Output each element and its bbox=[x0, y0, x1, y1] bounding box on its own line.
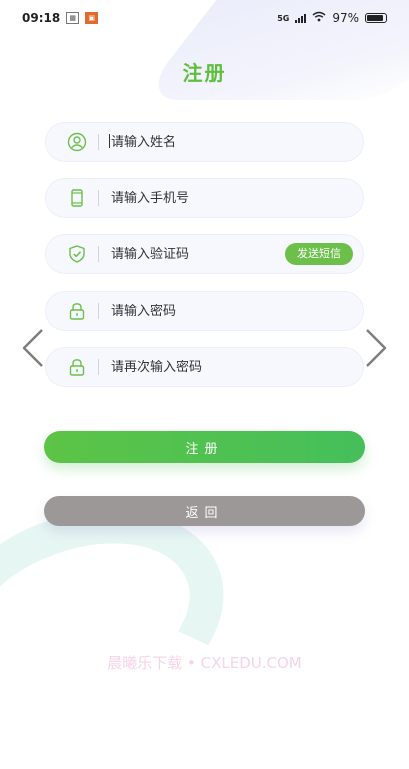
notification-icon: ▦ bbox=[66, 12, 80, 24]
name-input[interactable] bbox=[111, 134, 363, 150]
phone-field[interactable] bbox=[45, 178, 364, 218]
field-separator bbox=[98, 246, 99, 262]
password-field[interactable] bbox=[45, 291, 364, 331]
chevron-left-icon[interactable] bbox=[18, 326, 48, 370]
page-title: 注册 bbox=[182, 61, 227, 85]
network-type: 5G bbox=[277, 13, 290, 23]
status-time: 09:18 bbox=[22, 11, 61, 25]
shield-check-icon bbox=[67, 244, 87, 264]
lock-icon bbox=[67, 301, 87, 321]
wifi-icon bbox=[312, 11, 326, 25]
status-bar: 09:18 ▦ ▣ 5G 97% bbox=[0, 0, 409, 36]
phone-icon bbox=[67, 188, 87, 208]
send-sms-button[interactable]: 发送短信 bbox=[285, 243, 353, 265]
password-input[interactable] bbox=[111, 303, 363, 319]
user-icon bbox=[67, 132, 87, 152]
field-separator bbox=[98, 359, 99, 375]
chevron-right-icon[interactable] bbox=[361, 326, 391, 370]
field-separator bbox=[98, 190, 99, 206]
back-button[interactable]: 返回 bbox=[44, 496, 365, 526]
app-notification-icon: ▣ bbox=[85, 12, 99, 24]
register-button[interactable]: 注册 bbox=[44, 431, 365, 463]
phone-input[interactable] bbox=[111, 190, 363, 206]
verification-code-input[interactable] bbox=[111, 246, 285, 262]
watermark: 晨曦乐下载 • CXLEDU.COM bbox=[107, 654, 302, 672]
name-field[interactable] bbox=[45, 122, 364, 162]
confirm-password-field[interactable] bbox=[45, 347, 364, 387]
verification-code-field[interactable]: 发送短信 bbox=[45, 234, 364, 274]
battery-percent: 97% bbox=[332, 11, 359, 25]
text-cursor bbox=[109, 134, 110, 148]
confirm-password-input[interactable] bbox=[111, 359, 363, 375]
lock-icon bbox=[67, 357, 87, 377]
field-separator bbox=[98, 134, 99, 150]
signal-icon bbox=[295, 13, 307, 23]
field-separator bbox=[98, 303, 99, 319]
battery-icon bbox=[365, 13, 387, 23]
